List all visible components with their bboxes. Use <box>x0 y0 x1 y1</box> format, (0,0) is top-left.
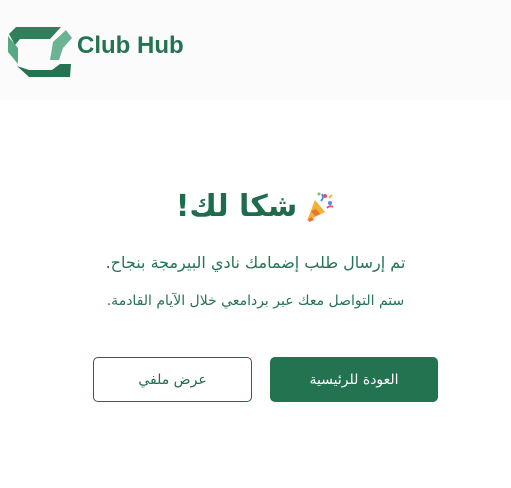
confirmation-title-row: شكا لك! <box>0 185 511 229</box>
confirmation-message: تم إرسال طلب إضمامك نادي البيرمجة بنجاح. <box>105 253 406 272</box>
club-hub-logo-icon[interactable] <box>6 26 74 78</box>
confirmation-title: شكا لك! <box>175 189 298 224</box>
back-to-home-button[interactable]: العودة للرئيسية <box>270 357 438 402</box>
party-popper-icon <box>307 192 334 222</box>
brand-name[interactable]: Club Hub <box>77 30 184 62</box>
confirmation-followup-message: ستم التواصل معك عبر بردامعي خلال الآيام … <box>106 293 405 309</box>
view-profile-button[interactable]: عرض ملفي <box>93 357 252 402</box>
header-bar: Club Hub <box>0 0 511 100</box>
